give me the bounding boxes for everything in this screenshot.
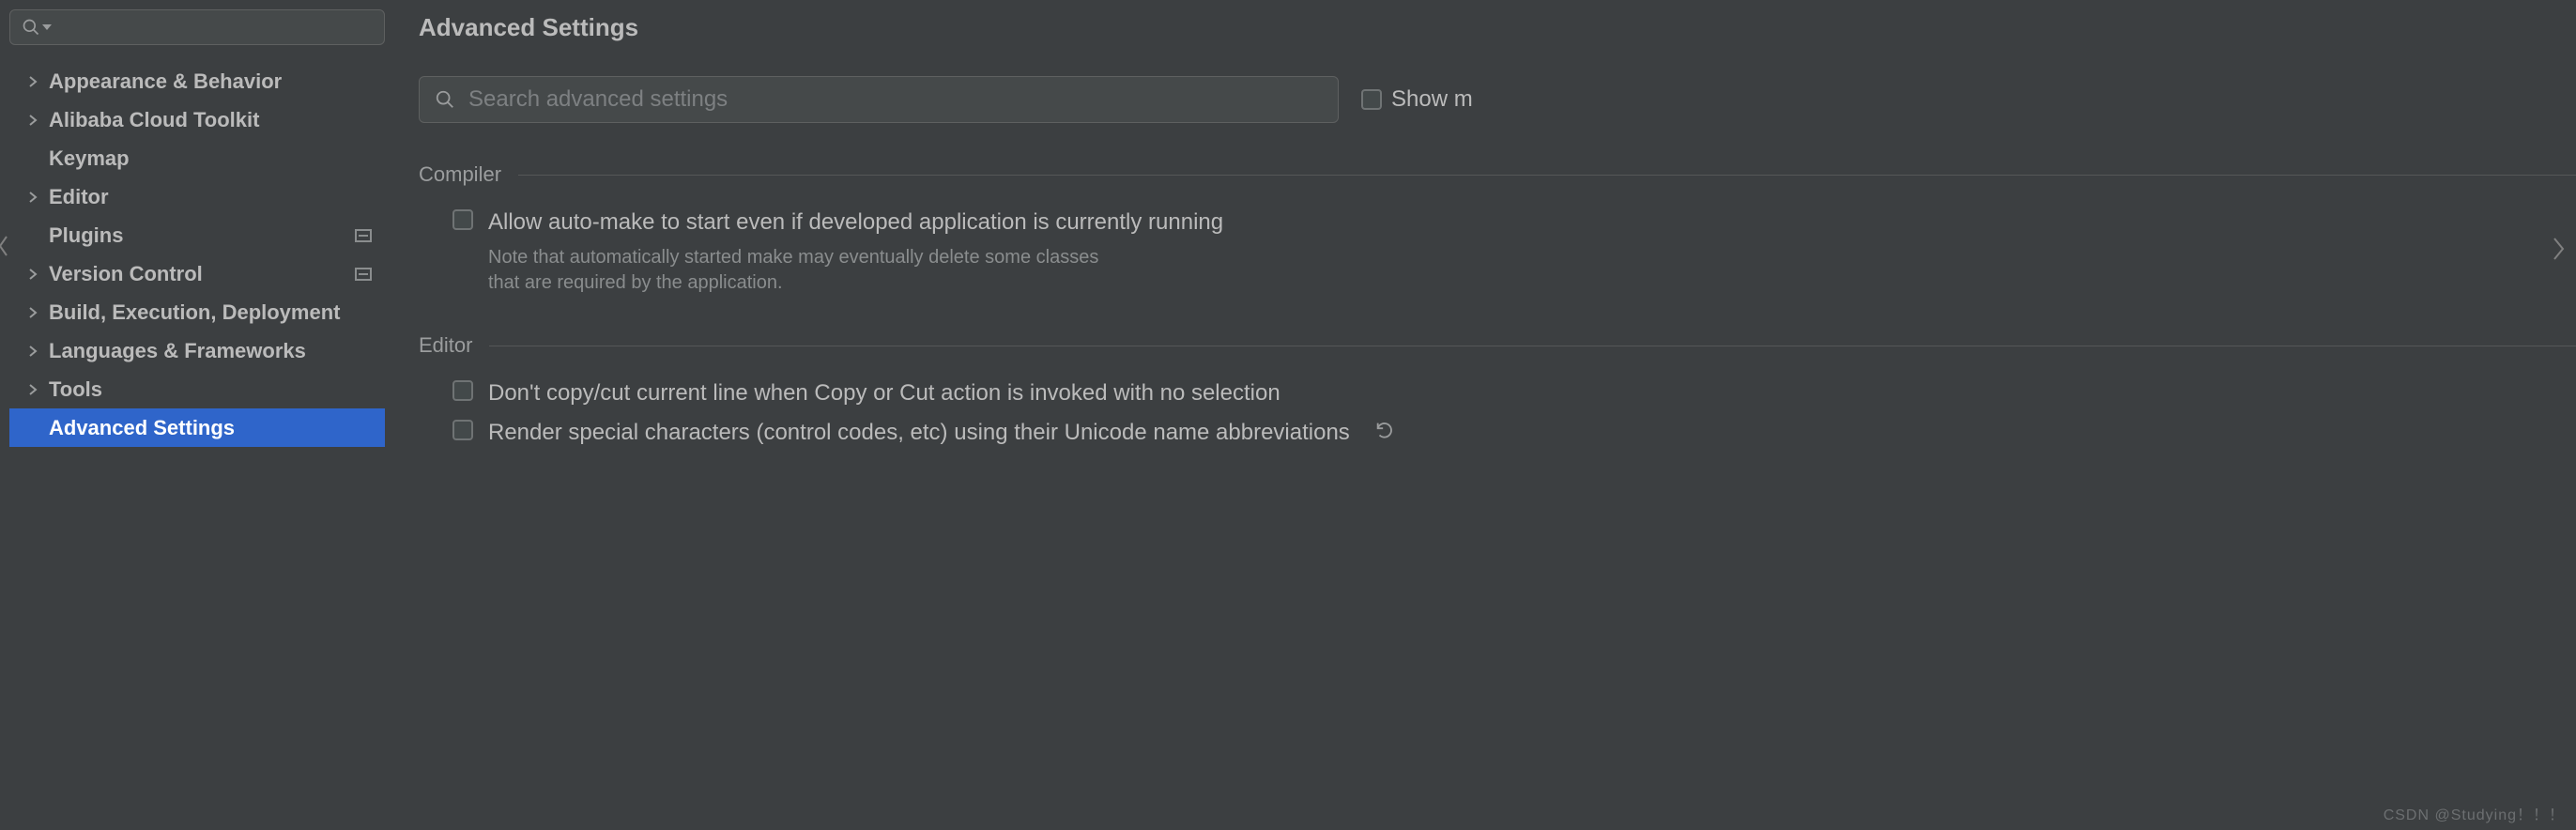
sidebar-item-label: Keymap <box>49 146 377 171</box>
section-header: Compiler <box>419 162 2576 187</box>
section-editor: Editor Don't copy/cut current line when … <box>419 333 2576 446</box>
search-icon <box>435 89 455 110</box>
sidebar-item-editor[interactable]: Editor <box>9 177 385 216</box>
sidebar-item-languages-frameworks[interactable]: Languages & Frameworks <box>9 331 385 370</box>
sidebar-item-label: Tools <box>49 377 377 402</box>
search-icon <box>22 18 40 37</box>
show-modified-only-toggle[interactable]: Show m <box>1361 86 1473 113</box>
chevron-right-icon <box>24 114 41 127</box>
divider <box>518 175 2576 176</box>
advanced-settings-search-input[interactable] <box>468 86 1323 113</box>
watermark: CSDN @Studying！！！ <box>2384 802 2565 824</box>
option-dont-copy-cut-line[interactable]: Don't copy/cut current line when Copy or… <box>419 380 2576 407</box>
sidebar-item-advanced-settings[interactable]: Advanced Settings <box>9 408 385 447</box>
chevron-right-icon <box>24 306 41 319</box>
search-dropdown-icon[interactable] <box>42 24 52 30</box>
sidebar-item-label: Appearance & Behavior <box>49 69 377 94</box>
option-label: Don't copy/cut current line when Copy or… <box>488 380 1280 407</box>
chevron-right-icon <box>24 383 41 396</box>
sidebar-item-appearance-behavior[interactable]: Appearance & Behavior <box>9 62 385 100</box>
sidebar-items: Appearance & Behavior Alibaba Cloud Tool… <box>9 62 385 447</box>
option-label: Allow auto-make to start even if develop… <box>488 209 1223 236</box>
sidebar-item-label: Plugins <box>49 223 355 248</box>
separate-window-icon <box>355 229 372 242</box>
show-modified-label: Show m <box>1391 86 1473 113</box>
sidebar-item-label: Editor <box>49 185 377 209</box>
checkbox-icon[interactable] <box>452 209 473 230</box>
sidebar-item-label: Version Control <box>49 262 355 286</box>
option-note: Note that automatically started make may… <box>488 245 1223 296</box>
sidebar-item-label: Advanced Settings <box>49 416 377 440</box>
checkbox-icon[interactable] <box>452 380 473 401</box>
sidebar-search-input[interactable] <box>9 9 385 45</box>
settings-sidebar: Appearance & Behavior Alibaba Cloud Tool… <box>0 0 394 830</box>
page-title: Advanced Settings <box>419 13 2576 42</box>
sidebar-item-version-control[interactable]: Version Control <box>9 254 385 293</box>
sidebar-item-label: Build, Execution, Deployment <box>49 300 377 325</box>
advanced-settings-search[interactable] <box>419 76 1339 123</box>
sidebar-item-label: Languages & Frameworks <box>49 339 377 363</box>
sidebar-item-keymap[interactable]: Keymap <box>9 139 385 177</box>
option-render-special-chars[interactable]: Render special characters (control codes… <box>419 420 2576 446</box>
section-title: Compiler <box>419 162 501 187</box>
chevron-right-icon <box>24 75 41 88</box>
section-title: Editor <box>419 333 472 358</box>
chevron-right-icon <box>24 268 41 281</box>
chevron-right-icon <box>24 191 41 204</box>
main-content: Advanced Settings Show m Compiler Allow … <box>394 0 2576 830</box>
sidebar-item-alibaba-cloud-toolkit[interactable]: Alibaba Cloud Toolkit <box>9 100 385 139</box>
checkbox-icon[interactable] <box>452 420 473 440</box>
option-allow-automake[interactable]: Allow auto-make to start even if develop… <box>419 209 2576 296</box>
sidebar-item-tools[interactable]: Tools <box>9 370 385 408</box>
sidebar-item-build-execution-deployment[interactable]: Build, Execution, Deployment <box>9 293 385 331</box>
option-label: Render special characters (control codes… <box>488 420 1350 446</box>
section-compiler: Compiler Allow auto-make to start even i… <box>419 162 2576 296</box>
chevron-right-icon <box>24 345 41 358</box>
forward-chevron-icon[interactable] <box>2552 235 2567 269</box>
checkbox-icon[interactable] <box>1361 89 1382 110</box>
separate-window-icon <box>355 268 372 281</box>
section-header: Editor <box>419 333 2576 358</box>
reset-icon[interactable] <box>1374 420 1395 440</box>
back-chevron-icon[interactable] <box>0 233 9 266</box>
sidebar-item-label: Alibaba Cloud Toolkit <box>49 108 377 132</box>
sidebar-item-plugins[interactable]: Plugins <box>9 216 385 254</box>
search-row: Show m <box>419 76 2576 123</box>
